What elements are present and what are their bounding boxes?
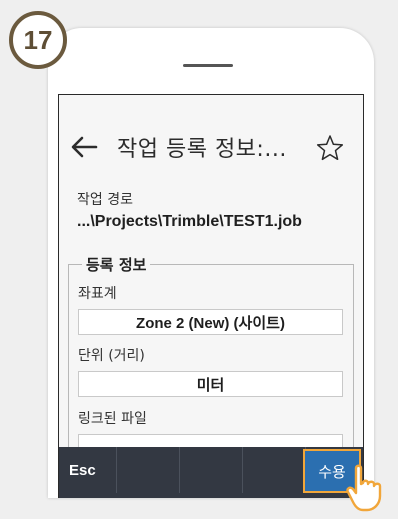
step-number-badge: 17	[9, 11, 67, 69]
arrow-left-icon[interactable]	[69, 135, 99, 159]
hand-pointer-icon	[346, 464, 382, 512]
softkey-4-button[interactable]	[243, 447, 306, 493]
speaker-notch	[183, 64, 233, 67]
page-title: 작업 등록 정보:...	[117, 137, 287, 162]
bottom-toolbar: Esc 수용	[59, 447, 363, 498]
star-outline-icon[interactable]	[315, 133, 345, 163]
properties-group-title: 등록 정보	[82, 254, 151, 275]
header: 작업 등록 정보:...	[59, 95, 363, 195]
device-frame: 작업 등록 정보:... 작업 경로 ...\Projects\Trimble\…	[48, 28, 374, 498]
distance-units-label: 단위 (거리)	[78, 348, 145, 364]
distance-units-field[interactable]: 미터	[78, 371, 343, 397]
softkey-2-button[interactable]	[117, 447, 180, 493]
coordinate-system-label: 좌표계	[78, 286, 117, 302]
job-path-label: 작업 경로	[77, 192, 133, 208]
coordinate-system-field[interactable]: Zone 2 (New) (사이트)	[78, 309, 343, 335]
job-path-value: ...\Projects\Trimble\TEST1.job	[77, 213, 302, 230]
softkey-3-button[interactable]	[180, 447, 243, 493]
app-screen: 작업 등록 정보:... 작업 경로 ...\Projects\Trimble\…	[58, 94, 364, 498]
linked-files-label: 링크된 파일	[78, 411, 147, 427]
esc-button[interactable]: Esc	[59, 447, 117, 493]
